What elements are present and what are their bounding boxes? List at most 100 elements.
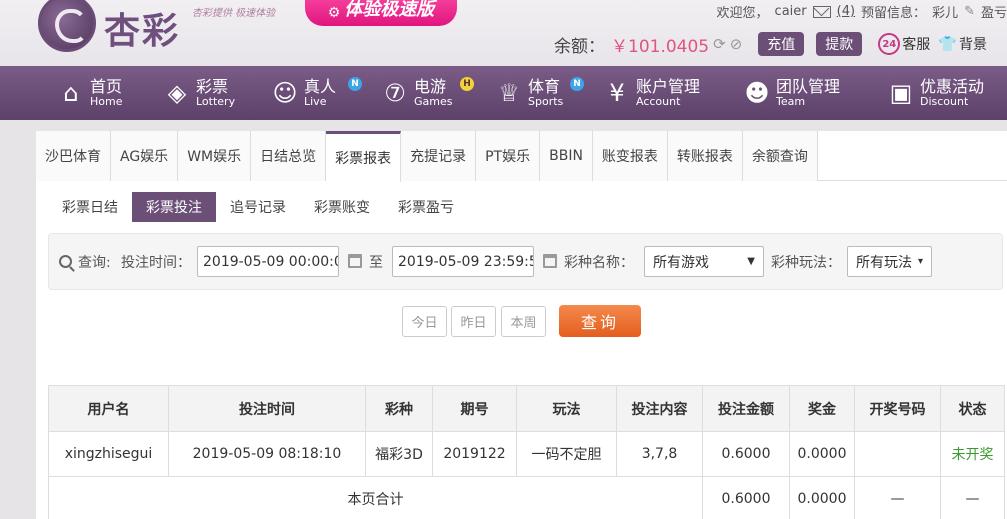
main-nav: ⌂ 首页 Home ◈ 彩票 Lottery ☺ N 真人 Live ⑦H 电游 Game… <box>0 66 1007 120</box>
nav-lottery[interactable]: ◈ 彩票 Lottery <box>162 66 235 120</box>
alert-value: 彩儿 <box>932 6 959 21</box>
subtab-bets[interactable]: 彩票投注 <box>132 192 216 222</box>
cell-bet-time: 2019-05-09 08:18:10 <box>168 431 366 477</box>
logo-icon[interactable] <box>38 0 96 52</box>
this-week-button[interactable]: 本周 <box>501 306 546 337</box>
hot-badge: H <box>460 77 474 91</box>
customer-service-link[interactable]: 24 客服 👕 背景 <box>878 33 987 55</box>
col-bonus: 奖金 <box>789 385 855 432</box>
yen-icon: ¥ <box>609 79 625 107</box>
nav-sports[interactable]: ♕ N 体育 Sports <box>494 66 584 120</box>
deposit-button[interactable]: 充值 <box>758 32 805 56</box>
refresh-icon[interactable]: ⟳ <box>713 35 726 53</box>
col-bet-time: 投注时间 <box>168 385 366 432</box>
start-time-input[interactable]: 2019-05-09 00:00:00 <box>197 246 339 277</box>
play-label: 彩种玩法： <box>771 254 841 271</box>
subtab-daily[interactable]: 彩票日结 <box>48 192 132 222</box>
logo-text[interactable]: 杏彩 <box>104 2 180 54</box>
filter-bar: 查询: 投注时间： 2019-05-09 00:00:00 至 2019-05-… <box>48 233 1003 290</box>
report-panel: 沙巴体育 AG娱乐 WM娱乐 日结总览 彩票报表 充提记录 PT娱乐 BBIN … <box>36 131 1007 519</box>
report-tabs: 沙巴体育 AG娱乐 WM娱乐 日结总览 彩票报表 充提记录 PT娱乐 BBIN … <box>36 131 1007 182</box>
nav-team[interactable]: ☻ 团队管理 Team <box>742 66 840 120</box>
user-info: 欢迎您， caier (4) 预留信息： 彩儿 ✎ 盈亏 <box>716 4 1007 21</box>
cell-bonus: 0.0000 <box>789 431 855 477</box>
subtab-changes[interactable]: 彩票账变 <box>300 192 384 222</box>
yesterday-button[interactable]: 昨日 <box>451 306 496 337</box>
table-header-row: 用户名 投注时间 彩种 期号 玩法 投注内容 投注金额 奖金 开奖号码 状态 <box>48 385 1005 432</box>
cell-amount: 0.6000 <box>702 431 790 477</box>
new-badge: N <box>348 77 362 91</box>
game-label: 彩种名称： <box>564 254 634 271</box>
mail-count[interactable]: (4) <box>837 4 855 19</box>
tab-bbin[interactable]: BBIN <box>540 131 593 181</box>
gift-icon: ▣ <box>889 79 913 107</box>
game-select[interactable]: 所有游戏 ▼ <box>644 246 764 277</box>
play-select[interactable]: 所有玩法 ▾ <box>847 246 932 277</box>
table-row[interactable]: xingzhisegui 2019-05-09 08:18:10 福彩3D 20… <box>48 431 1005 477</box>
withdraw-button[interactable]: 提款 <box>816 32 863 56</box>
tab-balance-query[interactable]: 余额查询 <box>742 131 818 181</box>
cell-content: 3,7,8 <box>616 431 703 477</box>
new-badge: N <box>570 77 584 91</box>
lottery-subtabs: 彩票日结 彩票投注 追号记录 彩票账变 彩票盈亏 <box>48 192 468 222</box>
hide-eye-icon[interactable]: ⊘ <box>730 35 743 53</box>
cell-draw-number <box>854 431 941 477</box>
tab-lottery-report[interactable]: 彩票报表 <box>326 131 402 182</box>
tab-daily-overview[interactable]: 日结总览 <box>251 131 327 181</box>
tab-account-change[interactable]: 账变报表 <box>592 131 668 181</box>
to-label: 至 <box>369 254 383 271</box>
col-draw-number: 开奖号码 <box>854 385 941 432</box>
cell-username: xingzhisegui <box>48 431 169 477</box>
chevron-down-icon: ▼ <box>747 256 755 267</box>
summary-amount: 0.6000 <box>702 476 790 519</box>
nav-live[interactable]: ☺ N 真人 Live <box>270 66 362 120</box>
chevron-down-icon: ▾ <box>917 256 923 267</box>
subtab-profit[interactable]: 彩票盈亏 <box>384 192 468 222</box>
mail-icon[interactable] <box>812 5 831 18</box>
cell-lottery: 福彩3D <box>365 431 433 477</box>
nav-home[interactable]: ⌂ 首页 Home <box>56 66 122 120</box>
end-time-input[interactable]: 2019-05-09 23:59:59 <box>392 246 534 277</box>
header: 杏彩 杏彩提供 极速体验 ⚙ 体验极速版 欢迎您， caier (4) 预留信息… <box>0 0 1007 66</box>
summary-draw: — <box>854 476 941 519</box>
query-button[interactable]: 查询 <box>559 305 641 337</box>
tab-transfer-report[interactable]: 转账报表 <box>667 131 743 181</box>
col-status: 状态 <box>940 385 1005 432</box>
speed-icon: ⚙ <box>327 5 341 21</box>
logo-slogan: 杏彩提供 极速体验 <box>192 8 276 19</box>
col-lottery: 彩种 <box>365 385 433 432</box>
tab-saba-sports[interactable]: 沙巴体育 <box>36 131 111 181</box>
extra-label: 盈亏 <box>980 6 1007 21</box>
col-amount: 投注金额 <box>702 385 790 432</box>
tab-wm[interactable]: WM娱乐 <box>178 131 252 181</box>
trophy-icon: ♕ N <box>494 77 584 107</box>
calendar-icon[interactable] <box>543 254 557 268</box>
speed-version-button[interactable]: ⚙ 体验极速版 <box>305 0 457 26</box>
summary-bonus: 0.0000 <box>789 476 855 519</box>
tab-pt[interactable]: PT娱乐 <box>476 131 541 181</box>
nav-account[interactable]: ¥ 账户管理 Account <box>602 66 700 120</box>
cell-issue: 2019122 <box>432 431 517 477</box>
customer-service-icon: 24 <box>878 33 901 55</box>
team-icon: ☻ <box>744 79 770 107</box>
tab-deposit-withdraw[interactable]: 充提记录 <box>401 131 477 181</box>
subtab-chase[interactable]: 追号记录 <box>216 192 300 222</box>
col-play: 玩法 <box>516 385 617 432</box>
summary-status: — <box>940 476 1005 519</box>
time-label: 投注时间： <box>121 254 191 271</box>
username: caier <box>774 4 807 19</box>
balance-row: 余额： ￥101.0405 ⟳ ⊘ 充值 提款 24 客服 👕 背景 <box>554 32 987 57</box>
today-button[interactable]: 今日 <box>402 306 447 337</box>
summary-label: 本页合计 <box>48 476 703 519</box>
slot-icon: ⑦H <box>380 77 474 107</box>
tab-ag[interactable]: AG娱乐 <box>111 131 179 181</box>
query-label: 查询: <box>78 254 111 271</box>
calendar-icon[interactable] <box>348 254 362 268</box>
edit-icon[interactable]: ✎ <box>964 4 975 19</box>
nav-games[interactable]: ⑦H 电游 Games <box>380 66 474 120</box>
ticket-icon: ◈ <box>167 79 187 107</box>
home-icon: ⌂ <box>63 79 79 107</box>
bets-table: 用户名 投注时间 彩种 期号 玩法 投注内容 投注金额 奖金 开奖号码 状态 x… <box>48 385 1005 519</box>
balance-value: ￥101.0405 <box>611 36 710 57</box>
nav-discount[interactable]: ▣ 优惠活动 Discount <box>886 66 984 120</box>
